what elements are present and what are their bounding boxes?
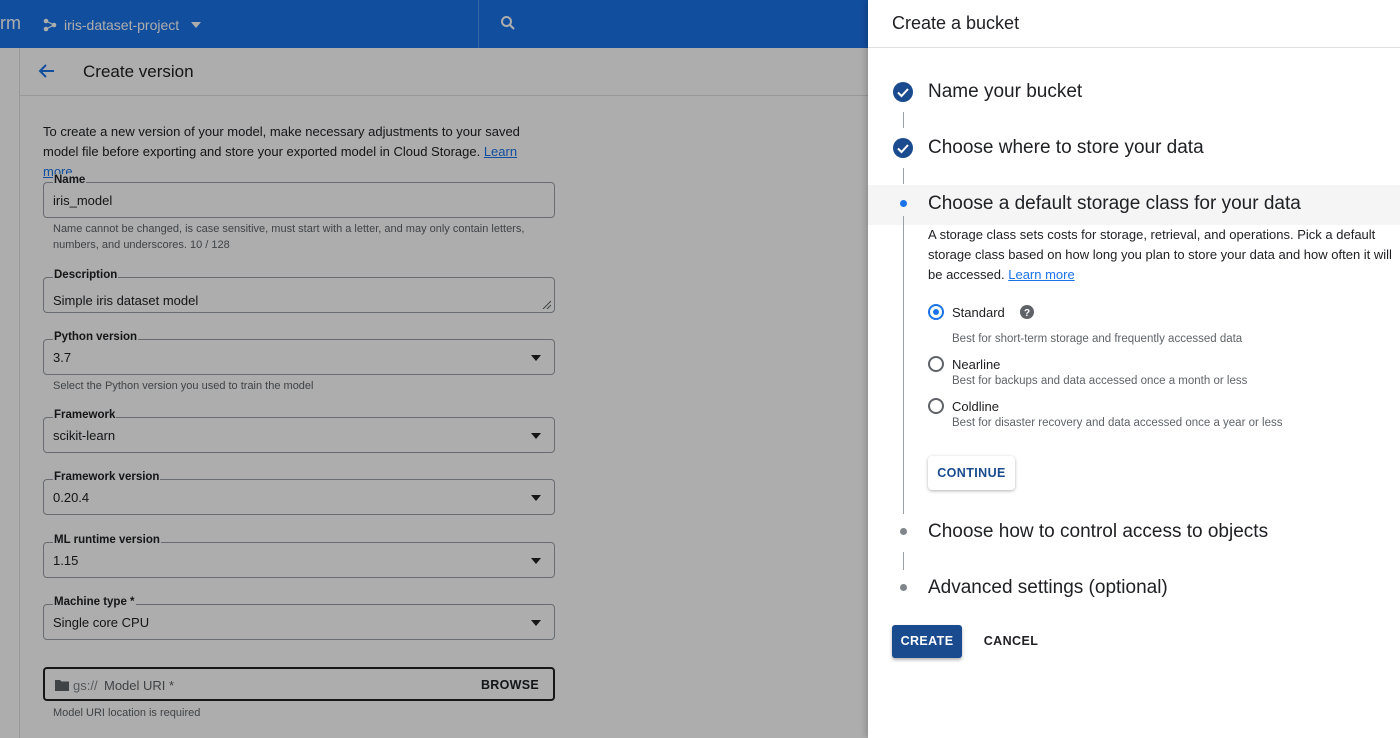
continue-button[interactable]: CONTINUE <box>928 456 1015 490</box>
radio-standard[interactable] <box>928 304 944 320</box>
step-storage-class[interactable]: Choose a default storage class for your … <box>928 193 1301 215</box>
create-bucket-panel: Create a bucket Name your bucket Choose … <box>868 0 1400 738</box>
step-connector <box>903 216 904 514</box>
radio-coldline[interactable] <box>928 398 944 414</box>
option-coldline-label: Coldline <box>952 399 999 414</box>
storage-learn-more-link[interactable]: Learn more <box>1008 267 1074 282</box>
option-standard-label: Standard <box>952 305 1005 320</box>
step-connector <box>903 552 904 570</box>
pending-step-dot <box>900 584 907 591</box>
step-access-control[interactable]: Choose how to control access to objects <box>928 521 1268 543</box>
check-circle-icon <box>893 138 913 158</box>
help-icon[interactable]: ? <box>1020 305 1034 319</box>
step-advanced-settings[interactable]: Advanced settings (optional) <box>928 577 1168 599</box>
pending-step-dot <box>900 528 907 535</box>
step-name-bucket[interactable]: Name your bucket <box>928 81 1082 103</box>
step-connector <box>903 112 904 128</box>
option-coldline-desc: Best for disaster recovery and data acce… <box>952 417 1283 429</box>
modal-scrim[interactable] <box>0 0 868 738</box>
storage-desc-text: A storage class sets costs for storage, … <box>928 227 1392 282</box>
check-circle-icon <box>893 82 913 102</box>
storage-class-description: A storage class sets costs for storage, … <box>928 225 1396 285</box>
radio-nearline[interactable] <box>928 356 944 372</box>
active-step-dot <box>900 200 907 207</box>
step-connector <box>903 168 904 184</box>
option-nearline-label: Nearline <box>952 357 1001 372</box>
create-button[interactable]: CREATE <box>892 625 962 658</box>
panel-title: Create a bucket <box>892 13 1020 33</box>
option-standard-desc: Best for short-term storage and frequent… <box>952 333 1243 345</box>
step-location[interactable]: Choose where to store your data <box>928 137 1204 159</box>
divider <box>868 47 1400 48</box>
svg-text:?: ? <box>1024 308 1030 319</box>
option-nearline-desc: Best for backups and data accessed once … <box>952 375 1248 387</box>
cancel-button[interactable]: CANCEL <box>978 625 1044 658</box>
